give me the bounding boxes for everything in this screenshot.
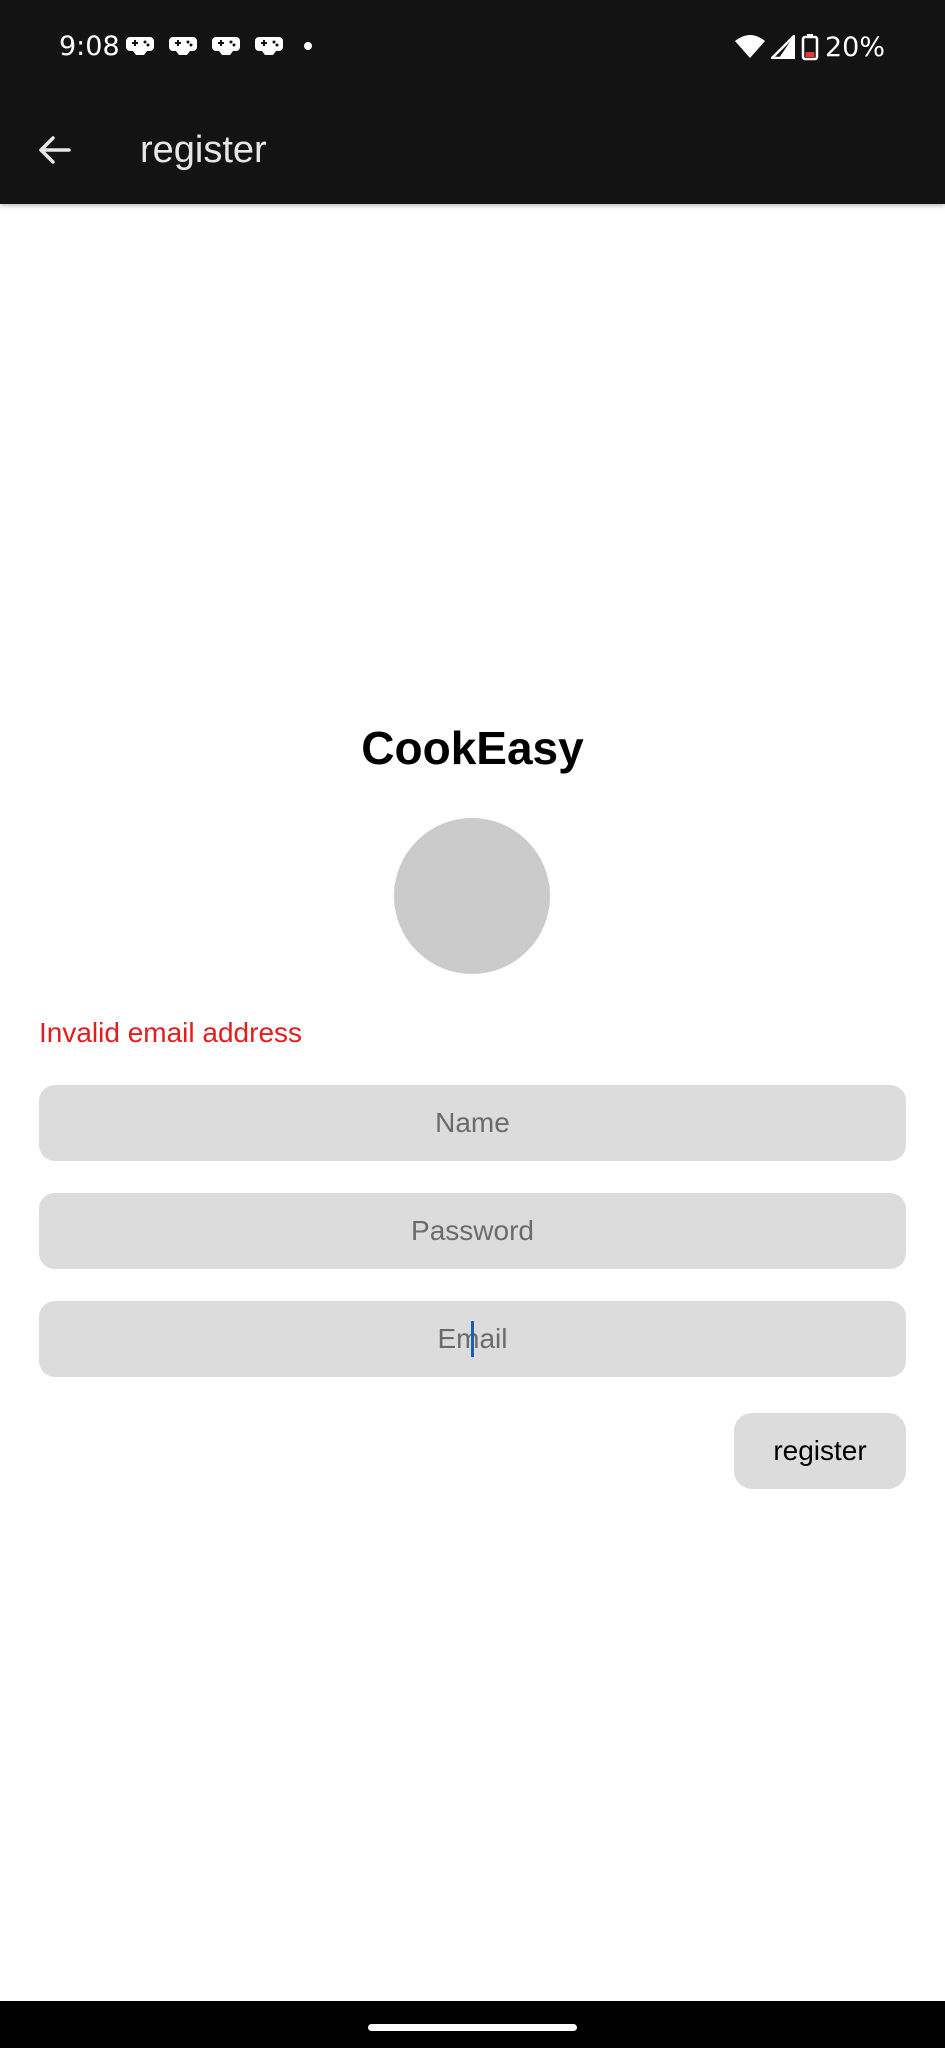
- battery-percent: 20%: [824, 31, 885, 63]
- avatar[interactable]: [394, 818, 550, 974]
- status-right: 20%: [729, 30, 885, 64]
- more-notifications-dot: [304, 42, 312, 50]
- battery-icon: [801, 34, 819, 61]
- game-controller-icon: [169, 37, 197, 55]
- game-controller-icon: [212, 37, 240, 55]
- arrow-back-icon: [39, 136, 71, 164]
- name-placeholder: Name: [435, 1107, 510, 1138]
- home-gesture-handle[interactable]: [368, 2024, 577, 2031]
- status-bar: 9:08 20%: [0, 0, 945, 96]
- error-message: Invalid email address: [39, 1017, 303, 1048]
- brand-title: CookEasy: [361, 722, 584, 774]
- status-time: 9:08: [59, 31, 120, 62]
- cell-signal-icon: [770, 35, 795, 59]
- notification-icons: [126, 33, 312, 59]
- password-field[interactable]: Password: [39, 1193, 906, 1269]
- wifi-icon: [734, 35, 765, 58]
- name-field[interactable]: Name: [39, 1085, 906, 1161]
- page-title: register: [140, 129, 267, 171]
- game-controller-icon: [126, 37, 154, 55]
- register-button-label: register: [773, 1435, 867, 1466]
- game-controller-icon: [255, 37, 283, 55]
- app-bar: register: [0, 96, 945, 204]
- system-nav-bar: [0, 2001, 945, 2048]
- register-button[interactable]: register: [734, 1413, 906, 1489]
- password-placeholder: Password: [411, 1215, 534, 1246]
- back-button[interactable]: [24, 120, 84, 180]
- text-cursor: [471, 1321, 474, 1357]
